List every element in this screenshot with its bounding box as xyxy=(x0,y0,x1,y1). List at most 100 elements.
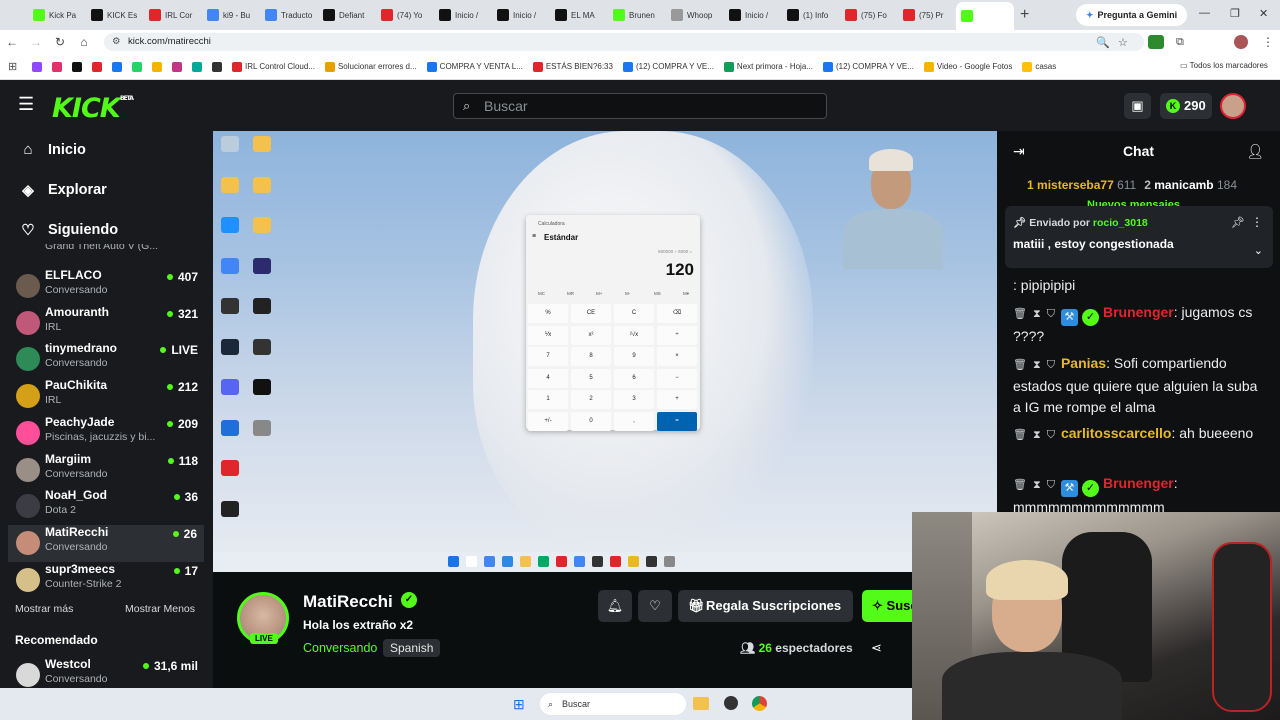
sidebar-channel-noah_god[interactable]: NoaH_God Dota 2 36 xyxy=(0,488,213,525)
gifter-2[interactable]: 2 manicamb 184 xyxy=(1144,178,1237,192)
browser-tab[interactable]: IRL Cor xyxy=(144,2,202,28)
chat-users-icon[interactable]: 👤︎ xyxy=(1246,143,1264,160)
show-less-link[interactable]: Mostrar Menos xyxy=(125,603,195,615)
timeout-icon[interactable]: ⧗ xyxy=(1033,425,1041,446)
puzzle-icon[interactable]: ⧉ xyxy=(1176,36,1184,49)
browser-tab[interactable]: Inicio / xyxy=(724,2,782,28)
ban-icon[interactable]: ⛉ xyxy=(1047,355,1055,376)
browser-tab[interactable]: (74) Yo xyxy=(376,2,434,28)
notifications-button[interactable]: 🔔︎ xyxy=(598,590,632,622)
bookmark-item[interactable]: Next primora - Hoja... xyxy=(723,61,813,72)
browser-tab[interactable]: EL MA xyxy=(550,2,608,28)
share-icon[interactable]: ⋖ xyxy=(871,640,882,656)
reload-icon[interactable]: ↻ xyxy=(48,35,72,49)
bookmark-item[interactable]: (12) COMPRA Y VE... xyxy=(822,61,914,72)
bookmark-item[interactable] xyxy=(72,61,82,72)
kick-logo[interactable]: KICK BETA xyxy=(52,93,134,124)
delete-icon[interactable]: 🗑︎ xyxy=(1013,304,1027,325)
delete-icon[interactable]: 🗑︎ xyxy=(1013,425,1027,446)
all-bookmarks[interactable]: ▭ Todos los marcadores xyxy=(1180,61,1268,70)
profile-avatar[interactable] xyxy=(1234,35,1248,49)
sidebar-channel-pauchikita[interactable]: PauChikita IRL 212 xyxy=(0,378,213,415)
file-explorer-icon[interactable] xyxy=(693,697,709,710)
language-tag[interactable]: Spanish xyxy=(383,639,441,657)
bookmark-item[interactable]: Solucionar errores d... xyxy=(324,61,417,72)
more-options-icon[interactable]: ⋮ xyxy=(1251,215,1263,229)
back-icon[interactable]: ← xyxy=(0,35,24,49)
app-icon[interactable] xyxy=(724,696,738,710)
browser-tab[interactable]: Defiant xyxy=(318,2,376,28)
collapse-chat-icon[interactable]: ⇥ xyxy=(1013,143,1025,160)
extension-icon[interactable] xyxy=(1148,35,1164,49)
ban-icon[interactable]: ⛉ xyxy=(1047,475,1055,496)
chevron-down-icon[interactable]: ⌄ xyxy=(1254,244,1263,257)
forward-icon[interactable]: → xyxy=(24,35,48,49)
chat-username[interactable]: Brunenger xyxy=(1103,304,1174,320)
bookmark-item[interactable] xyxy=(172,61,182,72)
timeout-icon[interactable]: ⧗ xyxy=(1033,475,1041,496)
bookmark-item[interactable]: IRL Control Cloud... xyxy=(232,61,315,72)
bookmark-item[interactable] xyxy=(192,61,202,72)
stream-category[interactable]: Conversando xyxy=(303,641,377,655)
ban-icon[interactable]: ⛉ xyxy=(1047,304,1055,325)
url-field[interactable]: ⚙ kick.com/matirecchi xyxy=(104,33,1144,51)
unpin-icon[interactable]: 📌︎ xyxy=(1231,216,1245,229)
star-icon[interactable]: ☆ xyxy=(1118,36,1128,49)
home-icon[interactable]: ⌂ xyxy=(72,35,96,49)
browser-tab[interactable]: ki9 - Bu xyxy=(202,2,260,28)
timeout-icon[interactable]: ⧗ xyxy=(1033,304,1041,325)
browser-tab[interactable]: (1) Info xyxy=(782,2,840,28)
bookmark-item[interactable] xyxy=(212,61,222,72)
zoom-icon[interactable]: 🔍 xyxy=(1096,36,1110,49)
bookmark-item[interactable] xyxy=(32,61,42,72)
bookmark-item[interactable]: casas xyxy=(1022,61,1056,72)
new-tab-icon[interactable]: + xyxy=(1020,6,1029,24)
browser-tab[interactable] xyxy=(956,2,1014,30)
browser-tab[interactable]: Whoop xyxy=(666,2,724,28)
sidebar-channel-tinymedrano[interactable]: tinymedrano Conversando LIVE xyxy=(0,341,213,378)
bookmark-item[interactable] xyxy=(112,61,122,72)
taskbar-search[interactable]: ⌕ Buscar xyxy=(540,693,686,715)
bookmark-item[interactable]: COMPRA Y VENTA L... xyxy=(426,61,523,72)
gifter-1[interactable]: 1 misterseba77 611 xyxy=(1027,178,1136,192)
windows-start-icon[interactable]: ⊞ xyxy=(513,696,525,713)
chat-username[interactable]: Panias xyxy=(1061,355,1106,371)
bookmark-item[interactable]: ESTÁS BIEN?6:33 xyxy=(532,61,613,72)
search-input[interactable]: ⌕ Buscar xyxy=(453,93,827,119)
delete-icon[interactable]: 🗑︎ xyxy=(1013,355,1027,376)
browser-tab[interactable]: Kick Pa xyxy=(28,2,86,28)
nav-explorar[interactable]: ◈ Explorar xyxy=(20,181,107,199)
video-player[interactable]: Calculadora ≡ Estándar 600000 ÷ 5000 = 1… xyxy=(213,131,997,572)
user-avatar[interactable] xyxy=(1220,93,1246,119)
chat-username[interactable]: carlitosscarcello xyxy=(1061,425,1172,441)
nav-inicio[interactable]: ⌂ Inicio xyxy=(20,141,85,158)
browser-tab[interactable]: KICK Es xyxy=(86,2,144,28)
site-info-icon[interactable]: ⚙ xyxy=(112,33,121,51)
sidebar-channel-peachyjade[interactable]: PeachyJade Piscinas, jacuzzis y bi... 209 xyxy=(0,415,213,452)
browser-tab[interactable]: (75) Pr xyxy=(898,2,956,28)
bookmark-item[interactable] xyxy=(92,61,102,72)
ban-icon[interactable]: ⛉ xyxy=(1047,425,1055,446)
browser-tab[interactable]: Inicio / xyxy=(434,2,492,28)
show-more-link[interactable]: Mostrar más xyxy=(15,603,73,615)
browser-tab[interactable]: (75) Fo xyxy=(840,2,898,28)
chrome-icon[interactable] xyxy=(752,696,767,711)
bookmark-item[interactable] xyxy=(52,61,62,72)
chat-username[interactable]: Brunenger xyxy=(1103,475,1174,491)
apps-icon[interactable]: ⊞ xyxy=(8,60,17,73)
sidebar-channel-supr3meecs[interactable]: supr3meecs Counter-Strike 2 17 xyxy=(0,562,213,599)
sidebar-channel-amouranth[interactable]: Amouranth IRL 321 xyxy=(0,305,213,342)
delete-icon[interactable]: 🗑︎ xyxy=(1013,475,1027,496)
bookmark-item[interactable] xyxy=(152,61,162,72)
sidebar-channel-elflaco[interactable]: ELFLACO Conversando 407 xyxy=(0,268,213,305)
restore-icon[interactable]: ❐ xyxy=(1230,7,1240,20)
browser-tab[interactable]: Brunen xyxy=(608,2,666,28)
bookmark-item[interactable] xyxy=(132,61,142,72)
points-button[interactable]: K 290 xyxy=(1160,93,1212,119)
nav-siguiendo[interactable]: ♡ Siguiendo xyxy=(20,221,118,239)
follow-button[interactable]: ♡ xyxy=(638,590,672,622)
gemini-button[interactable]: ✦ Pregunta a Gemini xyxy=(1076,4,1188,26)
sidebar-channel-matirecchi[interactable]: MatiRecchi Conversando 26 xyxy=(8,524,204,562)
menu-dots-icon[interactable]: ⋮ xyxy=(1262,35,1274,49)
theatre-mode-button[interactable]: ▣ xyxy=(1124,93,1151,119)
